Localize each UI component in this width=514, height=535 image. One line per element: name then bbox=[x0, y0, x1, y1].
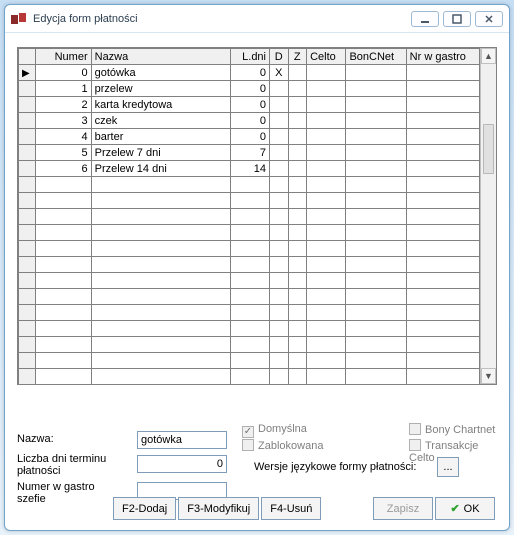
minimize-button[interactable] bbox=[411, 11, 439, 27]
check-icon: ✔ bbox=[450, 502, 459, 515]
modyfikuj-button[interactable]: F3-Modyfikuj bbox=[178, 497, 259, 520]
dodaj-button[interactable]: F2-Dodaj bbox=[113, 497, 176, 520]
nazwa-input[interactable] bbox=[137, 431, 227, 449]
table-row[interactable] bbox=[19, 289, 480, 305]
table-row[interactable] bbox=[19, 209, 480, 225]
window-title: Edycja form płatności bbox=[33, 13, 138, 25]
client-area: NumerNazwaL.dniDZCeltoBonCNetNr w gastro… bbox=[5, 35, 509, 530]
table-row[interactable]: 1przelew0 bbox=[19, 81, 480, 97]
bony-checkbox[interactable]: Bony Chartnet bbox=[409, 423, 495, 436]
table-row[interactable] bbox=[19, 225, 480, 241]
wersje-button[interactable]: ... bbox=[437, 457, 459, 477]
scroll-up-button[interactable]: ▲ bbox=[481, 48, 496, 64]
table-row[interactable] bbox=[19, 273, 480, 289]
table-row[interactable] bbox=[19, 305, 480, 321]
titlebar: Edycja form płatności bbox=[5, 5, 509, 33]
nazwa-label: Nazwa: bbox=[17, 433, 54, 445]
zapisz-button[interactable]: Zapisz bbox=[373, 497, 433, 520]
zablokowana-checkbox[interactable]: Zablokowana bbox=[242, 439, 323, 452]
scroll-track[interactable] bbox=[481, 64, 496, 368]
ok-button[interactable]: ✔OK bbox=[435, 497, 495, 520]
table-row[interactable] bbox=[19, 257, 480, 273]
table-row[interactable] bbox=[19, 321, 480, 337]
wersje-label: Wersje językowe formy płatności: bbox=[254, 461, 416, 473]
data-grid[interactable]: NumerNazwaL.dniDZCeltoBonCNetNr w gastro… bbox=[17, 47, 497, 385]
table-row[interactable]: 2karta kredytowa0 bbox=[19, 97, 480, 113]
liczba-label: Liczba dni terminu płatności bbox=[17, 453, 117, 477]
table-row[interactable]: ▶0gotówka0X bbox=[19, 65, 480, 81]
table-row[interactable] bbox=[19, 241, 480, 257]
vertical-scrollbar[interactable]: ▲ ▼ bbox=[480, 48, 496, 384]
table-row[interactable] bbox=[19, 193, 480, 209]
table-row[interactable] bbox=[19, 369, 480, 385]
dialog-window: Edycja form płatności NumerNazwaL.dniDZC… bbox=[4, 4, 510, 531]
table-row[interactable]: 5Przelew 7 dni7 bbox=[19, 145, 480, 161]
scroll-down-button[interactable]: ▼ bbox=[481, 368, 496, 384]
table-row[interactable] bbox=[19, 177, 480, 193]
maximize-button[interactable] bbox=[443, 11, 471, 27]
table-row[interactable]: 4barter0 bbox=[19, 129, 480, 145]
app-icon bbox=[11, 13, 27, 25]
window-buttons bbox=[411, 11, 503, 27]
button-row: F2-Dodaj F3-Modyfikuj F4-Usuń Zapisz ✔OK bbox=[17, 497, 497, 520]
usun-button[interactable]: F4-Usuń bbox=[261, 497, 321, 520]
liczba-input[interactable] bbox=[137, 455, 227, 473]
scroll-thumb[interactable] bbox=[483, 124, 494, 174]
table-row[interactable]: 3czek0 bbox=[19, 113, 480, 129]
table-row[interactable] bbox=[19, 353, 480, 369]
domyslna-checkbox[interactable]: ✓Domyślna bbox=[242, 423, 307, 438]
table-row[interactable] bbox=[19, 337, 480, 353]
close-button[interactable] bbox=[475, 11, 503, 27]
table-row[interactable]: 6Przelew 14 dni14 bbox=[19, 161, 480, 177]
